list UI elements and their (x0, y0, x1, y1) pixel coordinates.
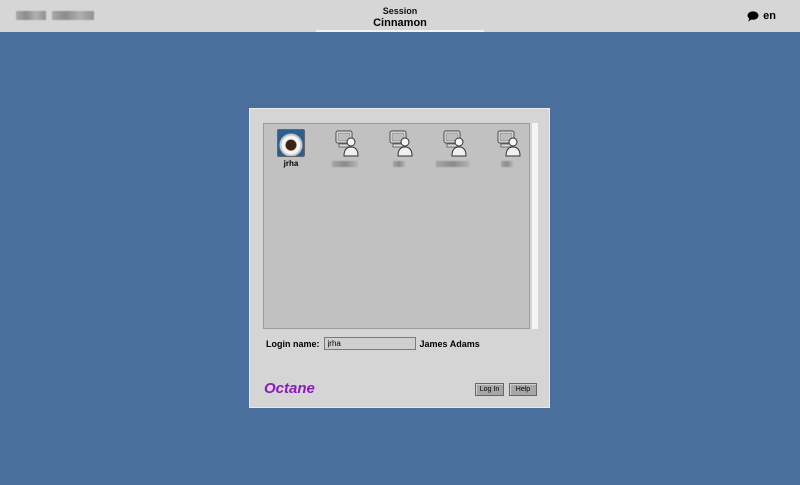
user-item[interactable] (372, 128, 426, 168)
generic-user-icon (497, 130, 521, 157)
user-full-name: James Adams (419, 338, 480, 349)
hostname-redacted (16, 11, 94, 20)
session-value: Cinnamon (373, 17, 427, 29)
redacted-text (16, 11, 46, 20)
language-code: en (763, 10, 776, 22)
help-button[interactable]: Help (509, 383, 537, 396)
user-item[interactable] (480, 128, 534, 168)
login-row: Login name: James Adams (266, 337, 480, 350)
speech-bubble-icon (747, 10, 759, 21)
redacted-user-name (332, 161, 358, 167)
redacted-text (52, 11, 94, 20)
log-in-button[interactable]: Log In (475, 383, 504, 396)
user-name: jrha (283, 159, 299, 168)
session-label: Session (382, 6, 418, 16)
coffee-cup-avatar-icon (277, 129, 305, 157)
user-item[interactable] (318, 128, 372, 168)
generic-user-icon (335, 130, 359, 157)
redacted-user-name (436, 161, 470, 167)
language-selector[interactable]: en (747, 10, 776, 22)
redacted-user-name (393, 161, 405, 167)
redacted-user-name (501, 161, 513, 167)
brand-logo: Octane (264, 380, 315, 397)
user-item[interactable] (426, 128, 480, 168)
login-name-label: Login name: (266, 338, 320, 349)
login-dialog: jrha Login name: jrha James Adams Octane… (249, 108, 550, 408)
login-name-input[interactable] (323, 337, 416, 350)
generic-user-icon (389, 130, 413, 157)
session-selector[interactable]: Session Cinnamon (316, 0, 484, 32)
top-bar: Session Cinnamon en (0, 0, 800, 32)
user-list-scrollbar[interactable] (532, 123, 538, 329)
user-item[interactable]: jrha (264, 128, 318, 168)
generic-user-icon (443, 130, 467, 157)
user-list: jrha (263, 123, 530, 329)
